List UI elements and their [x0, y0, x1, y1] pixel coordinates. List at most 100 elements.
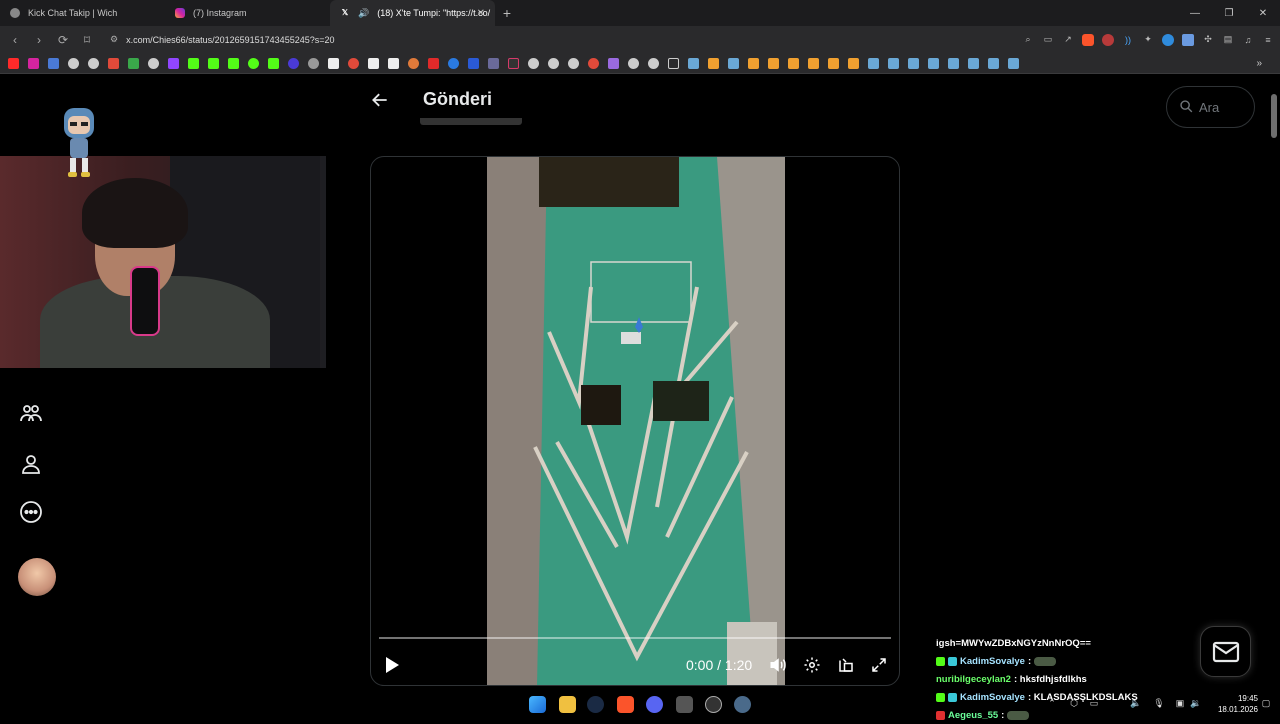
bookmark-icon[interactable] [428, 57, 439, 69]
bookmark-icon[interactable] [88, 57, 99, 69]
bookmark-icon[interactable] [748, 57, 759, 69]
tab-kick-chat[interactable]: Kick Chat Takip | Wich [0, 0, 165, 26]
minimize-icon[interactable]: — [1178, 0, 1212, 26]
extensions-puzzle-icon[interactable]: ✣ [1202, 34, 1214, 46]
volume-tray-icon[interactable]: 🔈 [1130, 697, 1142, 709]
bookmark-icon[interactable] [508, 57, 519, 69]
picture-in-picture-icon[interactable] [835, 654, 857, 676]
steam-bookmark-icon[interactable] [928, 57, 939, 69]
volume-icon[interactable] [767, 654, 789, 676]
extension-icon[interactable]: )) [1122, 34, 1134, 46]
forward-nav-icon[interactable]: › [30, 31, 48, 49]
app-icon[interactable] [734, 696, 751, 713]
more-options-icon[interactable] [18, 499, 44, 525]
bookmarks-overflow-icon[interactable]: » [1256, 58, 1262, 69]
steam-bookmark-icon[interactable] [988, 57, 999, 69]
bookmark-icon[interactable]: ⌑ [78, 31, 96, 49]
steam-icon[interactable] [587, 696, 604, 713]
bookmark-icon[interactable] [288, 57, 299, 69]
kick-bookmark-icon[interactable] [228, 57, 239, 69]
steam-bookmark-icon[interactable] [888, 57, 899, 69]
zoom-icon[interactable]: ⌕ [1022, 34, 1034, 46]
video-progress-bar[interactable] [379, 637, 891, 639]
bookmark-icon[interactable] [388, 57, 399, 69]
network-icon[interactable]: ▣ [1174, 697, 1186, 709]
site-info-icon[interactable]: ⚙ [110, 34, 118, 45]
bookmark-icon[interactable] [68, 57, 79, 69]
twitch-bookmark-icon[interactable] [168, 57, 179, 69]
menu-icon[interactable]: ≡ [1262, 34, 1274, 46]
reload-icon[interactable]: ⟳ [54, 31, 72, 49]
file-explorer-icon[interactable] [559, 696, 576, 713]
steam-bookmark-icon[interactable] [948, 57, 959, 69]
steam-bookmark-icon[interactable] [728, 57, 739, 69]
steam-bookmark-icon[interactable] [968, 57, 979, 69]
bookmark-icon[interactable] [348, 57, 359, 69]
bookmark-icon[interactable] [368, 57, 379, 69]
speaker-tray-icon[interactable]: 🔉 [1190, 697, 1202, 709]
fullscreen-icon[interactable] [868, 654, 890, 676]
bookmark-icon[interactable] [48, 57, 59, 69]
folder-icon[interactable] [668, 57, 679, 69]
url-field[interactable]: ⚙ x.com/Chies66/status/20126591517434552… [106, 30, 986, 50]
notification-icon[interactable]: ▢ [1260, 697, 1272, 709]
bookmark-icon[interactable] [528, 57, 539, 69]
cast-icon[interactable]: ▭ [1042, 34, 1054, 46]
sidebar-icon[interactable]: ▤ [1222, 34, 1234, 46]
bookmark-icon[interactable] [488, 57, 499, 69]
bookmark-icon[interactable] [448, 57, 459, 69]
youtube-bookmark-icon[interactable] [8, 57, 19, 69]
discord-icon[interactable] [646, 696, 663, 713]
mic-icon[interactable]: 🎙 [1153, 697, 1165, 709]
x-bookmark-icon[interactable] [328, 57, 339, 69]
new-tab-button[interactable]: + [495, 0, 519, 26]
kick-bookmark-icon[interactable] [188, 57, 199, 69]
scrollbar-thumb[interactable] [1271, 94, 1277, 138]
obs-icon[interactable] [705, 696, 722, 713]
steam-bookmark-icon[interactable] [908, 57, 919, 69]
tab-instagram[interactable]: (7) Instagram [165, 0, 330, 26]
kick-bookmark-icon[interactable] [208, 57, 219, 69]
bookmark-icon[interactable] [828, 57, 839, 69]
steam-bookmark-icon[interactable] [1008, 57, 1019, 69]
app-icon[interactable] [676, 696, 693, 713]
bookmark-icon[interactable] [788, 57, 799, 69]
steam-bookmark-icon[interactable] [688, 57, 699, 69]
extension-icon[interactable] [1162, 33, 1174, 46]
bookmark-icon[interactable] [248, 57, 259, 69]
settings-gear-icon[interactable] [801, 654, 823, 676]
bookmark-icon[interactable] [468, 57, 479, 69]
profile-icon[interactable] [18, 451, 44, 477]
bookmark-icon[interactable] [648, 57, 659, 69]
brave-icon[interactable] [617, 696, 634, 713]
bookmark-icon[interactable] [148, 57, 159, 69]
account-avatar[interactable] [18, 558, 56, 596]
bookmark-icon[interactable] [768, 57, 779, 69]
bookmark-icon[interactable] [848, 57, 859, 69]
search-input[interactable]: Ara [1166, 86, 1255, 128]
windows-start-icon[interactable] [529, 696, 546, 713]
messages-button[interactable] [1200, 626, 1251, 677]
gmail-bookmark-icon[interactable] [108, 57, 119, 69]
drive-bookmark-icon[interactable] [128, 57, 139, 69]
bookmark-icon[interactable] [268, 57, 279, 69]
bookmark-icon[interactable] [808, 57, 819, 69]
restore-icon[interactable]: ❐ [1212, 0, 1246, 26]
brave-shield-icon[interactable] [1082, 33, 1094, 46]
communities-icon[interactable] [18, 400, 44, 426]
battery-icon[interactable]: ▭ [1088, 697, 1100, 709]
steam-bookmark-icon[interactable] [868, 57, 879, 69]
play-icon[interactable] [381, 654, 403, 676]
video-player[interactable]: 0:00 / 1:20 [370, 156, 900, 686]
system-clock[interactable]: 19:45 18.01.2026 [1208, 693, 1258, 715]
bookmark-icon[interactable] [308, 57, 319, 69]
extension-icon[interactable] [1102, 33, 1114, 46]
back-arrow-icon[interactable] [370, 90, 390, 110]
bookmark-icon[interactable] [608, 57, 619, 69]
share-icon[interactable]: ↗ [1062, 34, 1074, 46]
chevron-up-icon[interactable]: ⌃ [1046, 697, 1058, 709]
tab-x-post[interactable]: 𝕏 🔊 (18) X'te Tumpi: "https://t.co/ ✕ [330, 0, 495, 26]
bookmark-icon[interactable] [568, 57, 579, 69]
page-scrollbar[interactable] [1268, 74, 1280, 720]
extension-icon[interactable] [1182, 33, 1194, 46]
